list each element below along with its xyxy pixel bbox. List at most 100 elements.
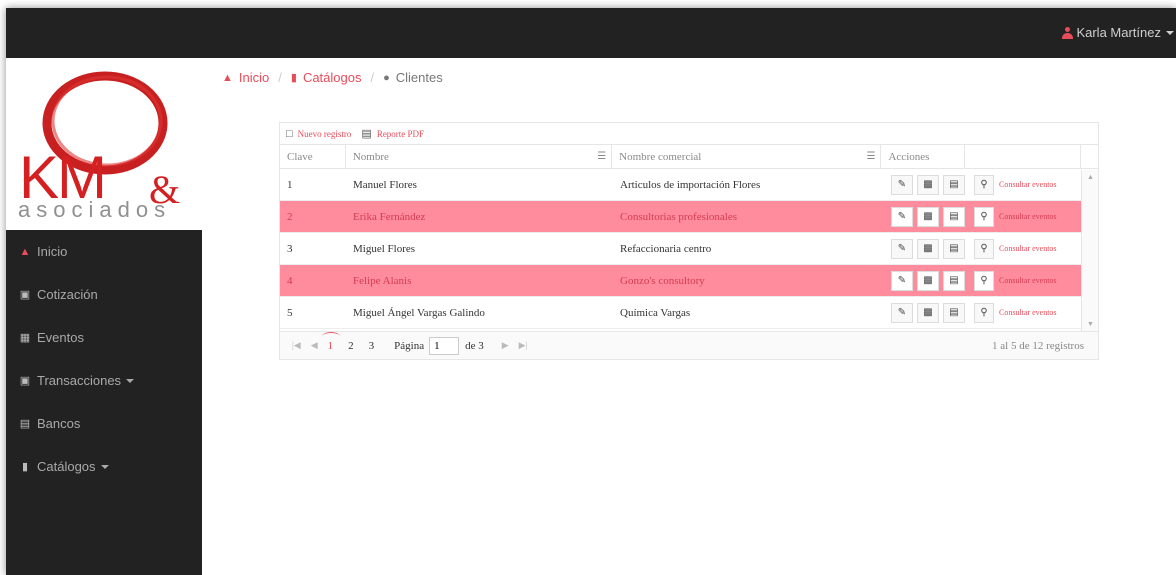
scroll-up-icon[interactable]: ▲: [1087, 173, 1094, 181]
sidebar-item-eventos[interactable]: ▦ Eventos: [6, 316, 202, 359]
users-icon: ●: [383, 71, 390, 84]
print-icon: ▤: [361, 128, 372, 140]
print-icon[interactable]: ▤: [943, 174, 965, 195]
table-row[interactable]: 3 Miguel Flores Refaccionaria centro ✎ ▩…: [280, 233, 1098, 265]
edit-icon[interactable]: ✎: [891, 238, 913, 259]
page-1-button[interactable]: 1: [322, 331, 339, 352]
home-icon: ▲: [222, 71, 233, 84]
filter-icon[interactable]: ☰: [597, 151, 606, 162]
top-navbar: Karla Martínez: [6, 8, 1176, 58]
user-name: Karla Martínez: [1076, 25, 1161, 40]
cell-comercial: Química Vargas: [620, 306, 691, 319]
trash-icon[interactable]: ▩: [917, 206, 939, 227]
pagination: |◀ ◀ 1 2 3 Página de 3 ▶ ▶| 1 al 5 de 12…: [280, 331, 1098, 359]
chevron-down-icon: [100, 464, 109, 469]
column-header-consult: [965, 145, 1082, 168]
edit-icon[interactable]: ✎: [891, 206, 913, 227]
cell-comercial: Articulos de importación Flores: [620, 178, 761, 191]
consult-events-link[interactable]: Consultar eventos: [999, 180, 1057, 189]
consult-events-link[interactable]: Consultar eventos: [999, 244, 1057, 253]
print-icon[interactable]: ▤: [943, 206, 965, 227]
records-info: 1 al 5 de 12 registros: [992, 339, 1084, 352]
table-row[interactable]: 4 Felipe Alanis Gonzo's consultory ✎ ▩ ▤…: [280, 265, 1098, 297]
search-icon[interactable]: ⚲: [974, 238, 994, 259]
page-label: Página: [394, 339, 425, 352]
clients-grid: □ Nuevo registro ▤ Reporte PDF Clave Nom…: [279, 122, 1099, 360]
sidebar-item-transacciones[interactable]: ▣ Transacciones: [6, 359, 202, 402]
vertical-scrollbar[interactable]: ▲ ▼: [1081, 170, 1098, 331]
trash-icon[interactable]: ▩: [917, 238, 939, 259]
page-2-button[interactable]: 2: [348, 340, 354, 352]
cell-clave: 2: [287, 210, 293, 223]
trash-icon[interactable]: ▩: [917, 174, 939, 195]
column-header-scroll: [1081, 145, 1098, 168]
sidebar-item-label: Eventos: [37, 330, 84, 345]
cell-nombre: Felipe Alanis: [353, 274, 412, 287]
column-header-label: Acciones: [888, 150, 930, 163]
prev-page-icon[interactable]: ◀: [311, 340, 318, 351]
next-page-icon[interactable]: ▶: [502, 340, 509, 351]
print-icon[interactable]: ▤: [943, 302, 965, 323]
file-icon: □: [286, 127, 293, 140]
table-header: Clave Nombre ☰ Nombre comercial ☰ Acciones: [280, 145, 1098, 169]
consult-events-link[interactable]: Consultar eventos: [999, 308, 1057, 317]
page-input[interactable]: [429, 336, 460, 355]
page-3-button[interactable]: 3: [369, 340, 375, 352]
breadcrumb-separator: /: [278, 70, 282, 85]
first-page-icon[interactable]: |◀: [292, 340, 301, 351]
pdf-report-label: Reporte PDF: [376, 128, 425, 139]
sidebar-item-inicio[interactable]: ▲ Inicio: [6, 230, 202, 273]
column-header-clave[interactable]: Clave: [280, 145, 346, 168]
trash-icon[interactable]: ▩: [917, 302, 939, 323]
consult-events-link[interactable]: Consultar eventos: [999, 212, 1057, 221]
filter-icon[interactable]: ☰: [867, 151, 876, 162]
table-row[interactable]: 5 Miguel Ángel Vargas Galindo Química Va…: [280, 297, 1098, 329]
column-header-nombre[interactable]: Nombre ☰: [346, 145, 613, 168]
scroll-down-icon[interactable]: ▼: [1087, 320, 1094, 328]
column-header-acciones: Acciones: [881, 145, 966, 168]
cell-nombre: Miguel Ángel Vargas Galindo: [353, 306, 485, 319]
print-icon[interactable]: ▤: [943, 238, 965, 259]
column-header-comercial[interactable]: Nombre comercial ☰: [612, 145, 882, 168]
new-record-button[interactable]: □ Nuevo registro: [286, 128, 351, 140]
table-row[interactable]: 1 Manuel Flores Articulos de importación…: [280, 169, 1098, 201]
sidebar-item-bancos[interactable]: ▤ Bancos: [6, 402, 202, 445]
consult-events-link[interactable]: Consultar eventos: [999, 276, 1057, 285]
user-icon: [1062, 26, 1074, 39]
cell-comercial: Refaccionaria centro: [620, 242, 712, 255]
book-icon: ▮: [290, 72, 297, 84]
company-logo: KM & asociados: [6, 58, 202, 230]
search-icon[interactable]: ⚲: [974, 302, 994, 323]
cell-nombre: Manuel Flores: [353, 178, 417, 191]
money-icon: ▣: [19, 375, 31, 387]
sidebar-item-cotizacion[interactable]: ▣ Cotización: [6, 273, 202, 316]
breadcrumb-catalogos[interactable]: Catálogos: [303, 70, 362, 85]
main-content: ▲ Inicio / ▮ Catálogos / ● Clientes □ Nu…: [202, 58, 1176, 575]
cell-nombre: Erika Fernández: [353, 210, 426, 223]
edit-icon[interactable]: ✎: [891, 174, 913, 195]
search-icon[interactable]: ⚲: [974, 270, 994, 291]
trash-icon[interactable]: ▩: [917, 270, 939, 291]
user-menu[interactable]: Karla Martínez: [1062, 25, 1174, 40]
breadcrumb-home[interactable]: Inicio: [239, 70, 269, 85]
sidebar-item-catalogos[interactable]: ▮ Catálogos: [6, 445, 202, 488]
column-header-label: Clave: [287, 150, 313, 163]
print-icon[interactable]: ▤: [943, 270, 965, 291]
breadcrumb-separator: /: [370, 70, 375, 85]
search-icon[interactable]: ⚲: [974, 206, 994, 227]
search-icon[interactable]: ⚲: [974, 174, 994, 195]
column-header-label: Nombre: [352, 150, 389, 163]
table-row[interactable]: 2 Erika Fernández Consultorias profesion…: [280, 201, 1098, 233]
last-page-icon[interactable]: ▶|: [519, 340, 528, 351]
home-icon: ▲: [19, 245, 31, 258]
logo-subtitle: asociados: [18, 197, 172, 222]
edit-icon[interactable]: ✎: [891, 302, 913, 323]
cell-clave: 5: [287, 306, 293, 319]
bank-icon: ▤: [19, 418, 31, 430]
edit-icon[interactable]: ✎: [891, 270, 913, 291]
cell-clave: 1: [287, 178, 293, 191]
cell-nombre: Miguel Flores: [353, 242, 416, 255]
new-record-label: Nuevo registro: [297, 128, 352, 139]
chevron-down-icon: [126, 378, 135, 383]
pdf-report-button[interactable]: ▤ Reporte PDF: [361, 127, 424, 140]
